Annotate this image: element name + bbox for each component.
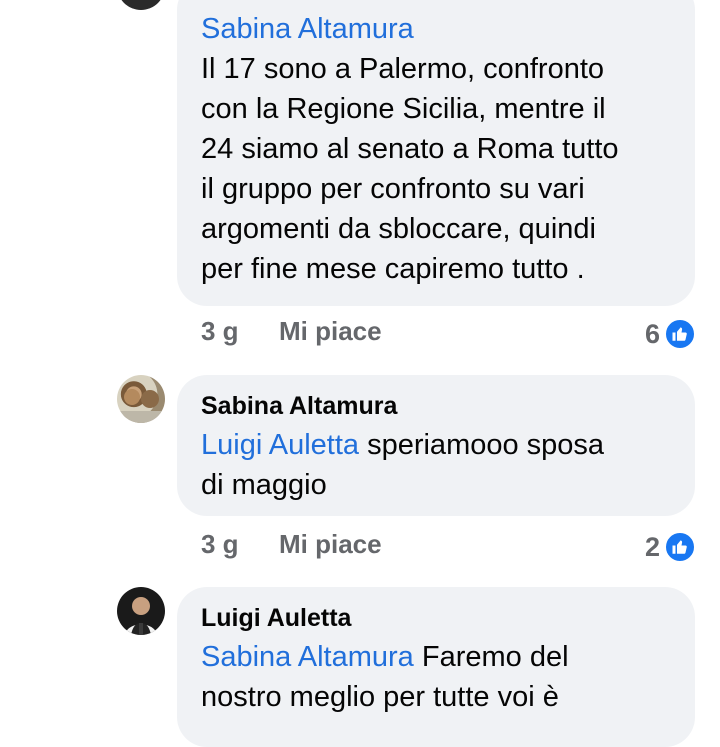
comment-actions: 3 g Mi piace 2 [201, 529, 696, 565]
avatar-sabina[interactable] [117, 375, 165, 423]
mention-link[interactable]: Luigi Auletta [201, 429, 359, 461]
reaction-summary[interactable]: 6 [645, 316, 696, 352]
comment-text: Sabina Altamura Faremo del nostro meglio… [201, 641, 569, 713]
comment-author[interactable]: Luigi Auletta [201, 601, 671, 635]
comment-text: Luigi Auletta speriamooo sposa di maggio [201, 429, 605, 501]
reaction-summary[interactable]: 2 [645, 529, 696, 565]
comment-author[interactable]: Sabina Altamura [201, 389, 671, 423]
avatar-photo-icon [117, 389, 165, 423]
comment-bubble: Luigi Auletta Sabina Altamura Faremo del… [177, 587, 695, 747]
comment-actions: 3 g Mi piace 6 [201, 316, 696, 352]
like-button[interactable]: Mi piace [279, 316, 382, 347]
like-button[interactable]: Mi piace [279, 529, 382, 560]
reaction-count: 2 [644, 531, 660, 562]
comment-time[interactable]: 3 g [201, 529, 239, 560]
mention-link[interactable]: Sabina Altamura [201, 13, 414, 45]
comment-time[interactable]: 3 g [201, 316, 239, 347]
avatar-luigi[interactable] [117, 587, 165, 635]
avatar-photo-icon [125, 597, 157, 635]
like-thumb-icon [664, 531, 696, 563]
reaction-count: 6 [644, 318, 660, 349]
comment-bubble: Sabina Altamura Luigi Auletta speriamooo… [177, 375, 695, 516]
like-thumb-icon [664, 318, 696, 350]
comment-text: Sabina Altamura Il 17 sono a Palermo, co… [201, 13, 619, 285]
avatar-top-partial[interactable] [117, 0, 165, 10]
mention-link[interactable]: Sabina Altamura [201, 641, 414, 673]
comment-bubble: Sabina Altamura Il 17 sono a Palermo, co… [177, 0, 695, 306]
